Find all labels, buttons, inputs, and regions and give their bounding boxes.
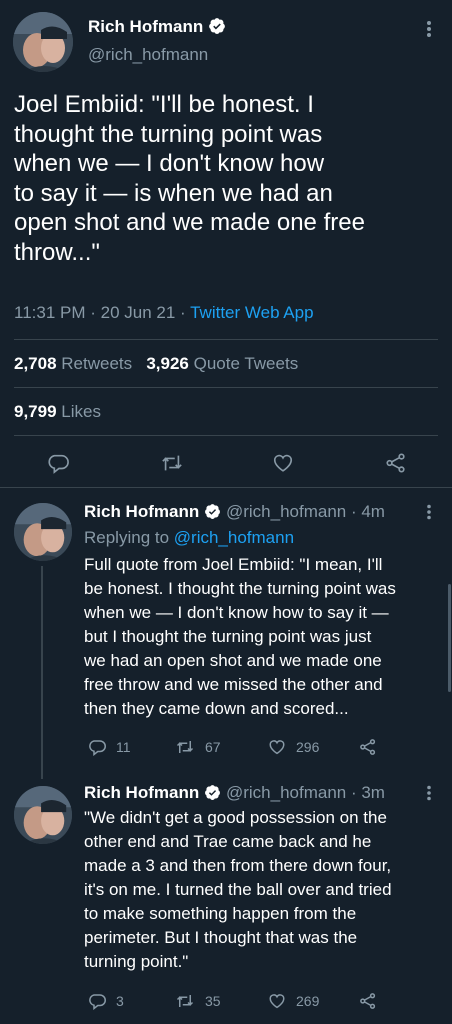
- quotes-label: Quote Tweets: [193, 354, 299, 373]
- likes-label: Likes: [61, 402, 101, 421]
- reply-button[interactable]: 3: [88, 992, 124, 1010]
- main-author-name[interactable]: Rich Hofmann: [88, 17, 226, 40]
- tweet-text-line: free throw and we missed the other and: [84, 675, 383, 694]
- heart-icon: [269, 994, 285, 1009]
- tweet-text-line: "We didn't get a good possession on the: [84, 808, 387, 827]
- retweets-label: Retweets: [61, 354, 133, 373]
- tweet-client-link[interactable]: Twitter Web App: [190, 303, 313, 322]
- retweet-button[interactable]: 35: [175, 992, 221, 1010]
- avatar[interactable]: [14, 786, 72, 844]
- reply-header: Rich Hofmann @rich_hofmann · 4m: [84, 502, 385, 525]
- retweet-button[interactable]: [160, 452, 194, 474]
- like-button[interactable]: 269: [268, 992, 319, 1010]
- engagement-stats-row: 2,708 Retweets 3,926 Quote Tweets: [14, 354, 298, 374]
- tweet-text-line: then they came down and scored...: [84, 699, 349, 718]
- retweet-icon: [176, 741, 194, 753]
- tweet-text-line: throw...": [14, 238, 100, 266]
- reply-text: "We didn't get a good possession on the …: [84, 806, 446, 974]
- more-options-icon[interactable]: [422, 504, 436, 520]
- tweet-text-line: but I thought the turning point was just: [84, 627, 372, 646]
- retweet-button[interactable]: 67: [175, 738, 221, 756]
- tweet-time[interactable]: 11:31 PM · 20 Jun 21 ·: [14, 303, 190, 322]
- avatar[interactable]: [14, 503, 72, 561]
- divider: [0, 487, 452, 488]
- scrollbar[interactable]: [448, 584, 451, 692]
- likes-count: 9,799: [14, 402, 57, 421]
- tweet-text-line: open shot and we made one free: [14, 209, 365, 236]
- divider: [14, 435, 438, 436]
- like-button[interactable]: [272, 452, 304, 474]
- tweet-text-line: to say it — is when we had an: [14, 179, 333, 207]
- more-options-icon[interactable]: [422, 785, 436, 801]
- tweet-text-line: made a 3 and then from there down four,: [84, 856, 392, 875]
- heart-icon: [269, 740, 285, 755]
- divider: [14, 387, 438, 388]
- more-options-icon[interactable]: [422, 20, 436, 38]
- retweets-stat[interactable]: 2,708 Retweets: [14, 354, 132, 373]
- retweets-count: 2,708: [14, 354, 57, 373]
- reply-header: Rich Hofmann @rich_hofmann · 3m: [84, 783, 385, 806]
- tweet-text-line: perimeter. But I thought that was the: [84, 928, 358, 947]
- replying-to-label: Replying to: [84, 528, 174, 547]
- like-count: 296: [296, 739, 320, 755]
- tweet-text-line: to make something happen from the: [84, 904, 357, 923]
- reply-count: 11: [116, 739, 131, 755]
- tweet-text-line: turning point.": [84, 952, 189, 971]
- retweet-count: 35: [205, 993, 221, 1009]
- tweet-text-line: thought the turning point was: [14, 120, 323, 148]
- retweet-icon: [176, 995, 194, 1007]
- tweet-text-line: be honest. I thought the turning point w…: [84, 579, 396, 598]
- likes-stat[interactable]: 9,799 Likes: [14, 402, 101, 422]
- reply-button[interactable]: 11: [88, 738, 131, 756]
- share-icon: [386, 453, 405, 473]
- verified-badge-icon: [204, 784, 221, 806]
- tweet-age[interactable]: · 3m: [351, 783, 385, 802]
- tweet-timestamp: 11:31 PM · 20 Jun 21 · Twitter Web App: [14, 303, 314, 323]
- reply-text: Full quote from Joel Embiid: "I mean, I'…: [84, 553, 446, 721]
- tweet-age[interactable]: · 4m: [351, 502, 385, 521]
- reply-icon: [48, 454, 69, 474]
- tweet-text-line: when we — I don't know how: [14, 150, 325, 177]
- heart-icon: [273, 454, 293, 472]
- divider: [14, 339, 438, 340]
- quotes-stat[interactable]: 3,926 Quote Tweets: [146, 354, 298, 373]
- tweet-text-line: Full quote from Joel Embiid: "I mean, I'…: [84, 555, 383, 574]
- tweet-text-line: Joel Embiid: "I'll be honest. I: [14, 91, 314, 118]
- author-name[interactable]: Rich Hofmann: [84, 502, 199, 521]
- tweet-text-line: we had an open shot and we made one: [84, 651, 382, 670]
- verified-badge-icon: [204, 503, 221, 525]
- avatar[interactable]: [13, 12, 73, 72]
- reply-icon: [89, 994, 106, 1010]
- share-button[interactable]: [359, 992, 387, 1010]
- verified-badge-icon: [208, 17, 226, 40]
- replying-to-handle[interactable]: @rich_hofmann: [174, 528, 294, 547]
- share-icon: [360, 739, 376, 755]
- tweet-text-line: when we — I don't know how to say it —: [84, 603, 389, 622]
- share-button[interactable]: [359, 738, 387, 756]
- reply-count: 3: [116, 993, 124, 1009]
- like-button[interactable]: 296: [268, 738, 319, 756]
- reply-button[interactable]: [47, 452, 79, 474]
- retweet-count: 67: [205, 739, 221, 755]
- main-tweet-text: Joel Embiid: "I'll be honest. I thought …: [14, 90, 444, 267]
- author-name[interactable]: Rich Hofmann: [88, 17, 203, 36]
- author-handle[interactable]: @rich_hofmann: [226, 502, 346, 521]
- replying-to: Replying to @rich_hofmann: [84, 528, 294, 548]
- tweet-text-line: other end and Trae came back and he: [84, 832, 372, 851]
- tweet-text-line: it's on me. I turned the ball over and t…: [84, 880, 392, 899]
- share-icon: [360, 993, 376, 1009]
- author-handle[interactable]: @rich_hofmann: [88, 45, 208, 65]
- like-count: 269: [296, 993, 320, 1009]
- quotes-count: 3,926: [146, 354, 189, 373]
- author-handle[interactable]: @rich_hofmann: [226, 783, 346, 802]
- author-name[interactable]: Rich Hofmann: [84, 783, 199, 802]
- thread-connector-line: [41, 566, 43, 779]
- retweet-icon: [162, 455, 182, 471]
- share-button[interactable]: [385, 452, 417, 474]
- reply-icon: [89, 740, 106, 756]
